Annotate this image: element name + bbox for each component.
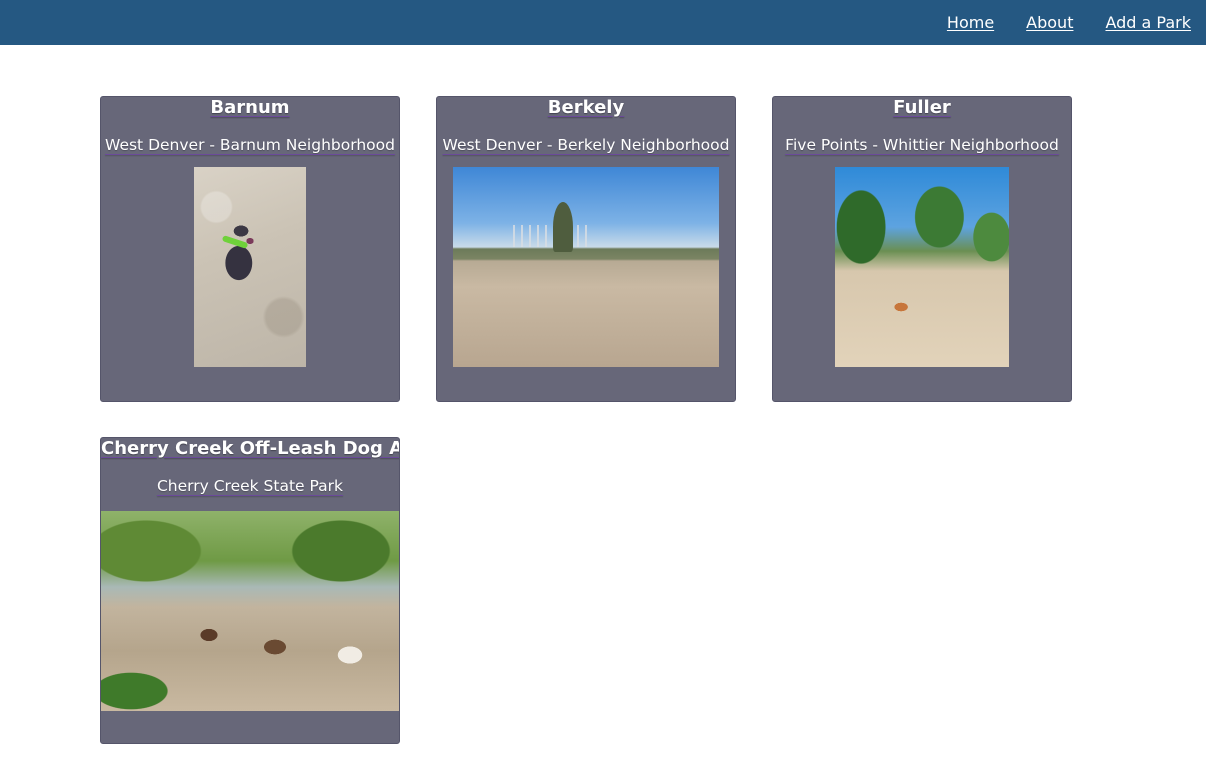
park-name[interactable]: Cherry Creek Off-Leash Dog Area — [101, 439, 399, 459]
park-neighborhood[interactable]: West Denver - Berkely Neighborhood — [437, 136, 735, 154]
park-card-cherry-creek[interactable]: Cherry Creek Off-Leash Dog Area Cherry C… — [100, 437, 400, 744]
park-neighborhood[interactable]: West Denver - Barnum Neighborhood — [101, 136, 399, 154]
park-photo[interactable] — [194, 167, 306, 367]
park-name[interactable]: Berkely — [437, 98, 735, 118]
park-photo[interactable] — [835, 167, 1009, 367]
top-nav-bar: Home About Add a Park — [0, 0, 1206, 45]
park-neighborhood[interactable]: Cherry Creek State Park — [101, 477, 399, 495]
park-name[interactable]: Fuller — [773, 98, 1071, 118]
main-nav: Home About Add a Park — [947, 0, 1191, 45]
nav-add-park-link[interactable]: Add a Park — [1105, 13, 1191, 32]
nav-home-link[interactable]: Home — [947, 13, 994, 32]
nav-about-link[interactable]: About — [1026, 13, 1073, 32]
park-name[interactable]: Barnum — [101, 98, 399, 118]
park-photo[interactable] — [101, 511, 399, 711]
park-card-berkely[interactable]: Berkely West Denver - Berkely Neighborho… — [436, 96, 736, 402]
park-neighborhood[interactable]: Five Points - Whittier Neighborhood — [773, 136, 1071, 154]
park-card-barnum[interactable]: Barnum West Denver - Barnum Neighborhood — [100, 96, 400, 402]
park-photo[interactable] — [453, 167, 719, 367]
park-card-fuller[interactable]: Fuller Five Points - Whittier Neighborho… — [772, 96, 1072, 402]
